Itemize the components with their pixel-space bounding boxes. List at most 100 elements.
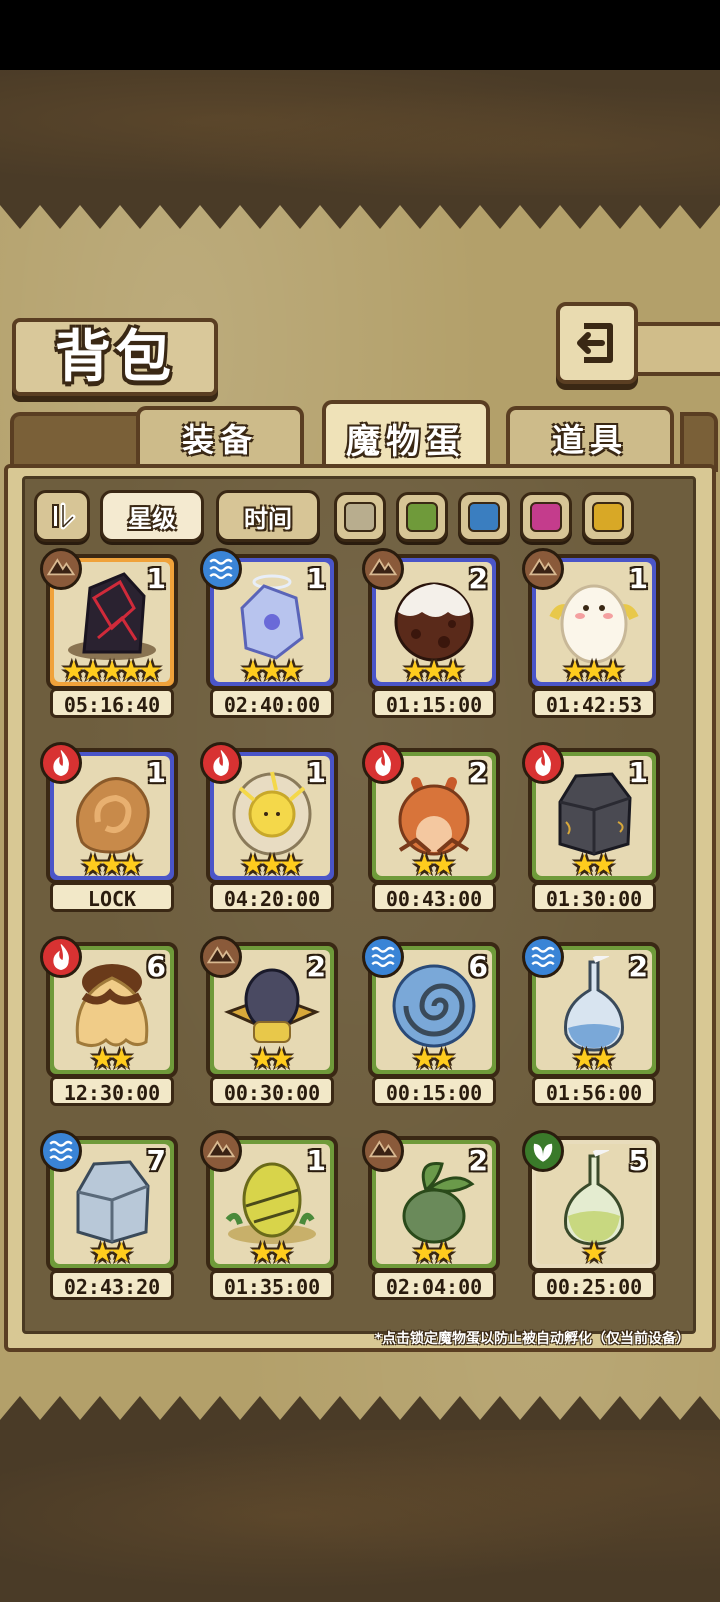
earth-element-icon bbox=[200, 1130, 242, 1172]
sort-by-rarity-label: 星级 bbox=[128, 504, 176, 533]
tab-equipment[interactable]: 装备 bbox=[136, 406, 304, 466]
filter-gray-swatch bbox=[344, 502, 376, 532]
filter-yellow-button[interactable] bbox=[582, 492, 634, 542]
filter-yellow-swatch bbox=[592, 502, 624, 532]
egg-stars: ★ bbox=[532, 1238, 656, 1268]
tab-monster-eggs[interactable]: 魔物蛋 bbox=[322, 400, 490, 472]
tab-bar-left-frame bbox=[10, 412, 148, 472]
star-icon: ★ bbox=[278, 848, 304, 881]
star-icon: ★ bbox=[440, 654, 466, 687]
egg-hatch-timer: 00:30:00 bbox=[210, 1076, 334, 1106]
egg-stars: ★ ★ ★ bbox=[210, 850, 334, 880]
fire-element-icon bbox=[200, 742, 242, 784]
egg-count: 1 bbox=[628, 756, 648, 789]
earth-element-icon bbox=[40, 548, 82, 590]
tab-bar-right-frame bbox=[680, 412, 718, 472]
back-button[interactable] bbox=[556, 302, 638, 384]
filter-green-button[interactable] bbox=[396, 492, 448, 542]
earth-element-icon bbox=[362, 1130, 404, 1172]
egg-count: 1 bbox=[306, 1144, 326, 1177]
sort-by-time-label: 时间 bbox=[244, 504, 292, 533]
sort-order-icon bbox=[52, 502, 76, 530]
fire-element-icon bbox=[40, 742, 82, 784]
egg-stars: ★ ★ bbox=[372, 850, 496, 880]
filter-green-swatch bbox=[406, 502, 438, 532]
star-icon: ★ bbox=[137, 654, 163, 687]
egg-count: 1 bbox=[146, 756, 166, 789]
earth-element-icon bbox=[522, 548, 564, 590]
egg-stars: ★ ★ bbox=[210, 1044, 334, 1074]
map-background-top bbox=[0, 70, 720, 195]
filter-blue-button[interactable] bbox=[458, 492, 510, 542]
star-icon: ★ bbox=[278, 654, 304, 687]
egg-hatch-timer: 01:42:53 bbox=[532, 688, 656, 718]
zigzag-edge-top bbox=[0, 195, 720, 229]
egg-count: 1 bbox=[306, 756, 326, 789]
egg-stars: ★ ★ ★ bbox=[532, 656, 656, 686]
egg-stars: ★ ★ ★ bbox=[372, 656, 496, 686]
star-icon: ★ bbox=[581, 1236, 607, 1269]
egg-hatch-timer: 12:30:00 bbox=[50, 1076, 174, 1106]
fire-element-icon bbox=[522, 742, 564, 784]
egg-count: 7 bbox=[146, 1144, 166, 1177]
star-icon: ★ bbox=[109, 1236, 135, 1269]
egg-stars: ★ ★ bbox=[50, 1044, 174, 1074]
star-icon: ★ bbox=[269, 1042, 295, 1075]
egg-hatch-timer: 00:25:00 bbox=[532, 1270, 656, 1300]
title-plate: 背包 bbox=[12, 318, 218, 396]
egg-hatch-timer: 00:15:00 bbox=[372, 1076, 496, 1106]
egg-hatch-timer: 02:43:20 bbox=[50, 1270, 174, 1300]
egg-stars: ★ ★ ★ bbox=[210, 656, 334, 686]
star-icon: ★ bbox=[431, 1236, 457, 1269]
star-icon: ★ bbox=[591, 848, 617, 881]
egg-hatch-timer: 01:30:00 bbox=[532, 882, 656, 912]
egg-count: 2 bbox=[628, 950, 648, 983]
star-icon: ★ bbox=[109, 1042, 135, 1075]
tab-items[interactable]: 道具 bbox=[506, 406, 674, 466]
egg-hatch-timer: 02:04:00 bbox=[372, 1270, 496, 1300]
earth-element-icon bbox=[362, 548, 404, 590]
egg-hatch-timer: 00:43:00 bbox=[372, 882, 496, 912]
egg-stars: ★ ★ bbox=[372, 1044, 496, 1074]
egg-stars: ★ ★ bbox=[532, 1044, 656, 1074]
filter-gray-button[interactable] bbox=[334, 492, 386, 542]
map-background-bottom bbox=[0, 1430, 720, 1602]
water-element-icon bbox=[522, 936, 564, 978]
back-arrow-icon bbox=[577, 323, 613, 363]
egg-stars: ★ ★ bbox=[372, 1238, 496, 1268]
fire-element-icon bbox=[362, 742, 404, 784]
earth-element-icon bbox=[200, 936, 242, 978]
egg-count: 1 bbox=[306, 562, 326, 595]
water-element-icon bbox=[200, 548, 242, 590]
egg-hatch-timer: 01:35:00 bbox=[210, 1270, 334, 1300]
egg-stars: ★ ★ ★ bbox=[50, 850, 174, 880]
egg-count: 5 bbox=[628, 1144, 648, 1177]
tab-bar: 装备 魔物蛋 道具 bbox=[10, 400, 718, 472]
egg-count: 2 bbox=[306, 950, 326, 983]
tab-monster-eggs-label: 魔物蛋 bbox=[346, 421, 466, 462]
fire-element-icon bbox=[40, 936, 82, 978]
sort-order-toggle[interactable] bbox=[34, 490, 90, 542]
tab-items-label: 道具 bbox=[551, 421, 628, 459]
sort-by-rarity-button[interactable]: 星级 bbox=[100, 490, 204, 542]
filter-purple-swatch bbox=[530, 502, 562, 532]
status-bar-area bbox=[0, 0, 720, 70]
egg-stars: ★ ★ bbox=[50, 1238, 174, 1268]
star-icon: ★ bbox=[591, 1042, 617, 1075]
leaf-element-icon bbox=[522, 1130, 564, 1172]
egg-stars: ★ ★ bbox=[532, 850, 656, 880]
star-icon: ★ bbox=[269, 1236, 295, 1269]
egg-count: 2 bbox=[468, 756, 488, 789]
sort-by-time-button[interactable]: 时间 bbox=[216, 490, 320, 542]
star-icon: ★ bbox=[431, 848, 457, 881]
tab-equipment-label: 装备 bbox=[181, 421, 258, 459]
egg-lock-label[interactable]: LOCK bbox=[50, 882, 174, 912]
egg-hatch-timer: 01:15:00 bbox=[372, 688, 496, 718]
egg-count: 1 bbox=[628, 562, 648, 595]
filter-purple-button[interactable] bbox=[520, 492, 572, 542]
star-icon: ★ bbox=[600, 654, 626, 687]
egg-hatch-timer: 04:20:00 bbox=[210, 882, 334, 912]
page-title: 背包 bbox=[55, 324, 175, 390]
zigzag-edge-bottom bbox=[0, 1396, 720, 1430]
back-button-rail bbox=[630, 322, 720, 376]
